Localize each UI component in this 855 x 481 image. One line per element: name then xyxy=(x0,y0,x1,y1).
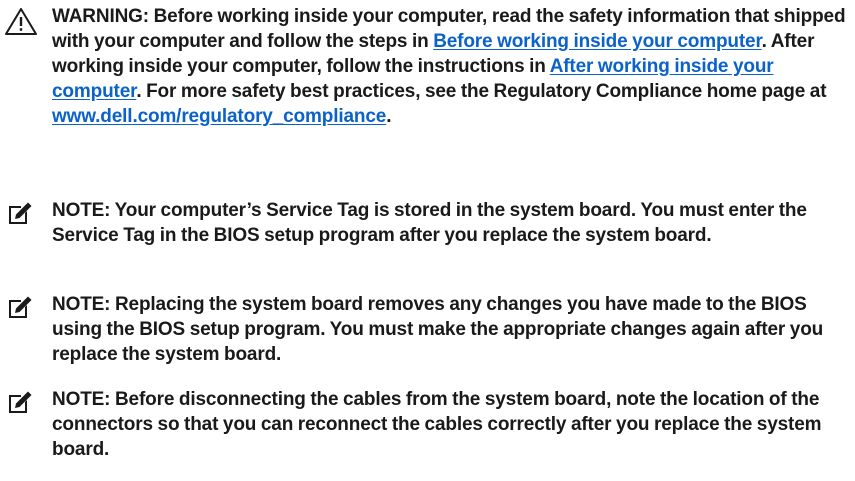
warning-text-part: . For more safety best practices, see th… xyxy=(136,81,827,102)
warning-text-part: . xyxy=(386,106,392,127)
note-pencil-icon xyxy=(9,296,32,318)
warning-block: WARNING: Before working inside your comp… xyxy=(0,4,855,129)
note-text: NOTE: Before disconnecting the cables fr… xyxy=(52,389,822,460)
before-working-link[interactable]: Before working inside your computer xyxy=(433,31,762,52)
note-block: NOTE: Your computer’s Service Tag is sto… xyxy=(0,198,855,248)
note-pencil-icon xyxy=(9,202,32,224)
note-pencil-icon xyxy=(9,391,32,413)
note-text: NOTE: Your computer’s Service Tag is sto… xyxy=(52,200,807,246)
warning-triangle-icon xyxy=(5,8,37,35)
note-block: NOTE: Replacing the system board removes… xyxy=(0,292,855,367)
regulatory-compliance-link[interactable]: www.dell.com/regulatory_compliance xyxy=(52,106,386,127)
note-block: NOTE: Before disconnecting the cables fr… xyxy=(0,387,855,462)
warning-text: WARNING: Before working inside your comp… xyxy=(52,4,855,129)
note-text: NOTE: Replacing the system board removes… xyxy=(52,294,824,365)
